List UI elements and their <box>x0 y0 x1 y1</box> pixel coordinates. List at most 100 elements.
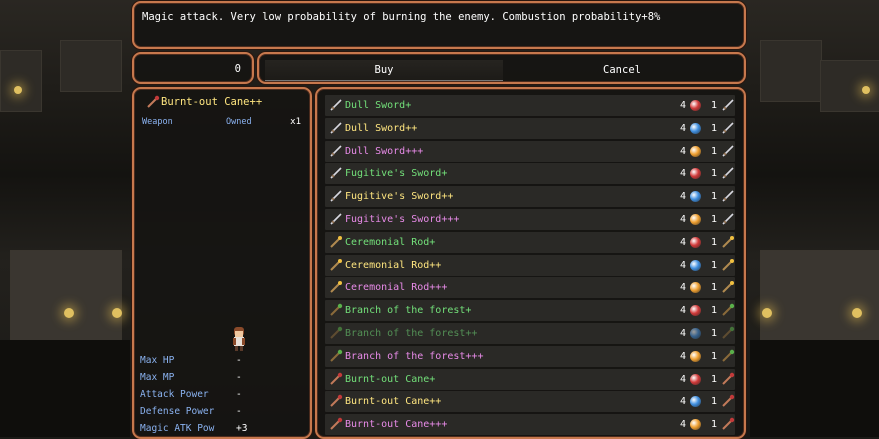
item-name: Fugitive's Sword++ <box>345 191 454 203</box>
stat-row: Attack Power - <box>140 386 280 403</box>
item-name: Branch of the forest+++ <box>345 350 484 362</box>
sword-icon <box>722 145 734 157</box>
currency-gem-icon <box>690 168 701 180</box>
cane-icon <box>330 417 343 430</box>
sword-icon <box>330 213 342 225</box>
cane-icon <box>330 372 343 385</box>
sword-icon <box>722 122 734 134</box>
item-name: Fugitive's Sword+ <box>345 168 448 180</box>
item-row[interactable]: Branch of the forest+ 4 1 <box>325 300 735 322</box>
stat-row: Defense Power - <box>140 403 280 420</box>
item-quantity: 1 <box>711 305 718 317</box>
item-row[interactable]: Dull Sword+++ 4 1 <box>325 140 735 162</box>
branch-icon <box>330 303 343 316</box>
item-price: 4 <box>680 396 687 408</box>
sword-icon <box>330 122 342 134</box>
rod-icon <box>330 258 342 271</box>
currency-gem-icon <box>690 396 701 408</box>
help-text: Magic attack. Very low probability of bu… <box>142 11 661 23</box>
stat-value: - <box>236 372 242 383</box>
currency-gem-icon <box>690 259 701 271</box>
stat-row: Max MP - <box>140 369 280 386</box>
item-row[interactable]: Ceremonial Rod+++ 4 1 <box>325 277 735 299</box>
stat-label: Attack Power <box>140 389 209 400</box>
item-quantity: 1 <box>711 236 718 248</box>
item-row[interactable]: Fugitive's Sword+ 4 1 <box>325 163 735 185</box>
sword-icon <box>722 167 734 179</box>
item-quantity: 1 <box>711 168 718 180</box>
stat-list: Max HP - Max MP - Attack Power - Defense Po… <box>140 352 280 437</box>
item-row[interactable]: Branch of the forest++ 4 1 <box>325 323 735 344</box>
item-price: 4 <box>680 191 687 203</box>
currency-gem-icon <box>690 282 701 294</box>
cane-icon <box>722 372 735 385</box>
branch-icon <box>722 303 735 316</box>
currency-gem-icon <box>690 350 701 362</box>
item-row[interactable]: Ceremonial Rod++ 4 1 <box>325 254 735 276</box>
sword-icon <box>722 213 734 225</box>
buy-list-window: Dull Sword+ 4 1 Dull Sword++ 4 1 Dull Sword+++… <box>315 87 746 439</box>
sword-icon <box>330 145 342 157</box>
item-price: 4 <box>680 282 687 294</box>
command-window: Buy Cancel <box>257 52 746 84</box>
item-quantity: 1 <box>711 214 718 225</box>
branch-icon <box>330 326 343 339</box>
item-row[interactable]: Dull Sword++ 4 1 <box>325 117 735 139</box>
item-row[interactable]: Burnt-out Cane++ 4 1 <box>325 391 735 413</box>
currency-gem-icon <box>690 236 701 248</box>
character-sprite <box>233 327 245 351</box>
item-name: Branch of the forest++ <box>345 328 478 339</box>
item-type-label: Weapon <box>142 117 173 127</box>
item-quantity: 1 <box>711 259 718 271</box>
help-window: Magic attack. Very low probability of bu… <box>132 1 746 49</box>
stat-value: +3 <box>236 423 248 434</box>
currency-gem-icon <box>690 373 701 385</box>
item-price: 4 <box>680 259 687 271</box>
stat-label: Max HP <box>140 355 175 366</box>
item-row[interactable]: Fugitive's Sword+++ 4 1 <box>325 209 735 230</box>
currency-gem-icon <box>690 100 701 111</box>
item-price: 4 <box>680 328 687 339</box>
item-quantity: 1 <box>711 373 718 385</box>
buy-button[interactable]: Buy <box>265 60 503 81</box>
item-name: Ceremonial Rod++ <box>345 259 442 271</box>
item-name: Branch of the forest+ <box>345 305 472 317</box>
item-price: 4 <box>680 214 687 225</box>
sword-icon <box>330 99 342 111</box>
item-name: Burnt-out Cane+++ <box>345 419 448 431</box>
item-row[interactable]: Ceremonial Rod+ 4 1 <box>325 231 735 253</box>
rod-icon <box>722 235 734 248</box>
number-window: 0 <box>132 52 254 84</box>
item-row[interactable]: Burnt-out Cane+ 4 1 <box>325 368 735 390</box>
item-quantity: 1 <box>711 328 718 339</box>
cane-icon <box>722 395 735 408</box>
item-row[interactable]: Burnt-out Cane+++ 4 1 <box>325 414 735 436</box>
item-quantity: 1 <box>711 396 718 408</box>
item-name: Burnt-out Cane++ <box>345 396 442 408</box>
item-quantity: 1 <box>711 350 718 362</box>
stat-value: - <box>236 355 242 366</box>
stat-label: Magic ATK Pow <box>140 423 215 434</box>
currency-gem-icon <box>690 191 701 203</box>
item-row[interactable]: Branch of the forest+++ 4 1 <box>325 345 735 367</box>
item-row[interactable]: Dull Sword+ 4 1 <box>325 95 735 116</box>
number-value: 0 <box>234 63 241 75</box>
cane-icon <box>147 95 160 108</box>
item-quantity: 1 <box>711 282 718 294</box>
currency-gem-icon <box>690 305 701 317</box>
item-price: 4 <box>680 236 687 248</box>
item-name: Fugitive's Sword+++ <box>345 214 460 225</box>
item-row[interactable]: Fugitive's Sword++ 4 1 <box>325 186 735 208</box>
branch-icon <box>722 349 735 362</box>
branch-icon <box>330 349 343 362</box>
item-price: 4 <box>680 100 687 111</box>
cancel-button[interactable]: Cancel <box>507 60 737 80</box>
item-quantity: 1 <box>711 100 718 111</box>
item-quantity: 1 <box>711 191 718 203</box>
item-price: 4 <box>680 350 687 362</box>
item-name: Dull Sword++ <box>345 122 418 134</box>
currency-gem-icon <box>690 328 701 339</box>
status-window: Burnt-out Cane++ Weapon Owned x1 Max HP -… <box>132 87 312 439</box>
owned-count: x1 <box>290 117 301 127</box>
item-name: Dull Sword+ <box>345 100 412 111</box>
